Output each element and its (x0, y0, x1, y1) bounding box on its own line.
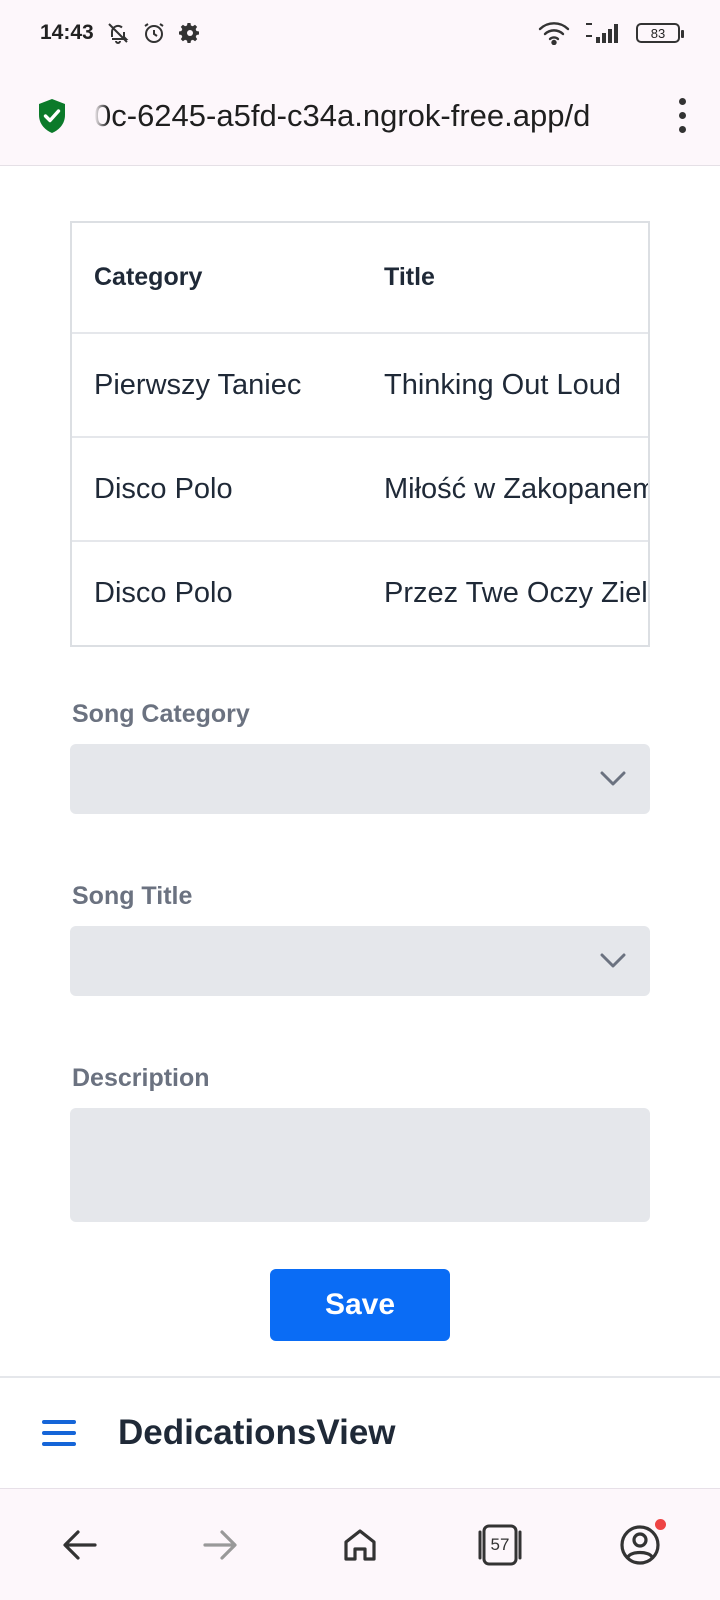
cell-title: Thinking Out Loud (362, 333, 648, 438)
back-icon[interactable] (50, 1515, 110, 1575)
song-title-select[interactable] (70, 926, 650, 996)
alarm-icon (142, 21, 166, 45)
gear-icon (178, 21, 202, 45)
song-title-label: Song Title (72, 882, 193, 910)
battery-icon: 83 (636, 23, 684, 43)
cell-category: Disco Polo (72, 437, 362, 542)
tabs-icon[interactable]: 57 (470, 1515, 530, 1575)
wifi-icon (538, 21, 570, 45)
shield-check-icon[interactable] (32, 96, 72, 136)
table-row[interactable]: Disco Polo Miłość w Zakopanem (72, 437, 648, 542)
song-category-label: Song Category (72, 700, 250, 728)
cell-title: Miłość w Zakopanem (362, 437, 648, 542)
description-textarea[interactable] (70, 1108, 650, 1222)
home-icon[interactable] (330, 1515, 390, 1575)
status-bar: 14:43 83 (0, 0, 720, 66)
account-icon[interactable] (610, 1515, 670, 1575)
description-label: Description (72, 1064, 210, 1092)
browser-nav-bar: 57 (0, 1488, 720, 1600)
tab-count: 57 (490, 1534, 510, 1554)
notification-dot (655, 1518, 666, 1530)
column-header-title[interactable]: Title (362, 223, 648, 334)
cell-title: Przez Twe Oczy Zielone (384, 577, 648, 609)
status-right: 83 (538, 21, 684, 45)
songs-table[interactable]: Category Title Pierwszy Taniec Thinking … (70, 221, 650, 647)
column-header-category[interactable]: Category (72, 223, 362, 334)
signal-icon (584, 21, 622, 45)
cell-category: Pierwszy Taniec (72, 333, 362, 438)
browser-url-bar: 0c-6245-a5fd-c34a.ngrok-free.app/d (0, 66, 720, 166)
song-category-select[interactable] (70, 744, 650, 814)
battery-level: 83 (650, 25, 666, 41)
app-bar: DedicationsView (0, 1376, 720, 1488)
status-time: 14:43 (40, 21, 94, 44)
bell-off-icon (106, 21, 130, 45)
forward-icon[interactable] (190, 1515, 250, 1575)
page-title: DedicationsView (118, 1413, 396, 1452)
chevron-down-icon (600, 953, 626, 968)
chevron-down-icon (600, 771, 626, 786)
menu-icon[interactable] (42, 1420, 76, 1446)
table-row[interactable]: Disco Polo Przez Twe Oczy Zielone (72, 541, 648, 645)
save-button[interactable]: Save (270, 1269, 450, 1341)
table-row[interactable]: Pierwszy Taniec Thinking Out Loud (72, 333, 648, 438)
table-header-row: Category Title (72, 223, 648, 334)
main-content: Category Title Pierwszy Taniec Thinking … (0, 166, 720, 1376)
status-left: 14:43 (40, 21, 202, 45)
url-text[interactable]: 0c-6245-a5fd-c34a.ngrok-free.app/d (94, 98, 634, 134)
more-vert-icon[interactable] (672, 98, 692, 133)
cell-category: Disco Polo (94, 577, 233, 609)
